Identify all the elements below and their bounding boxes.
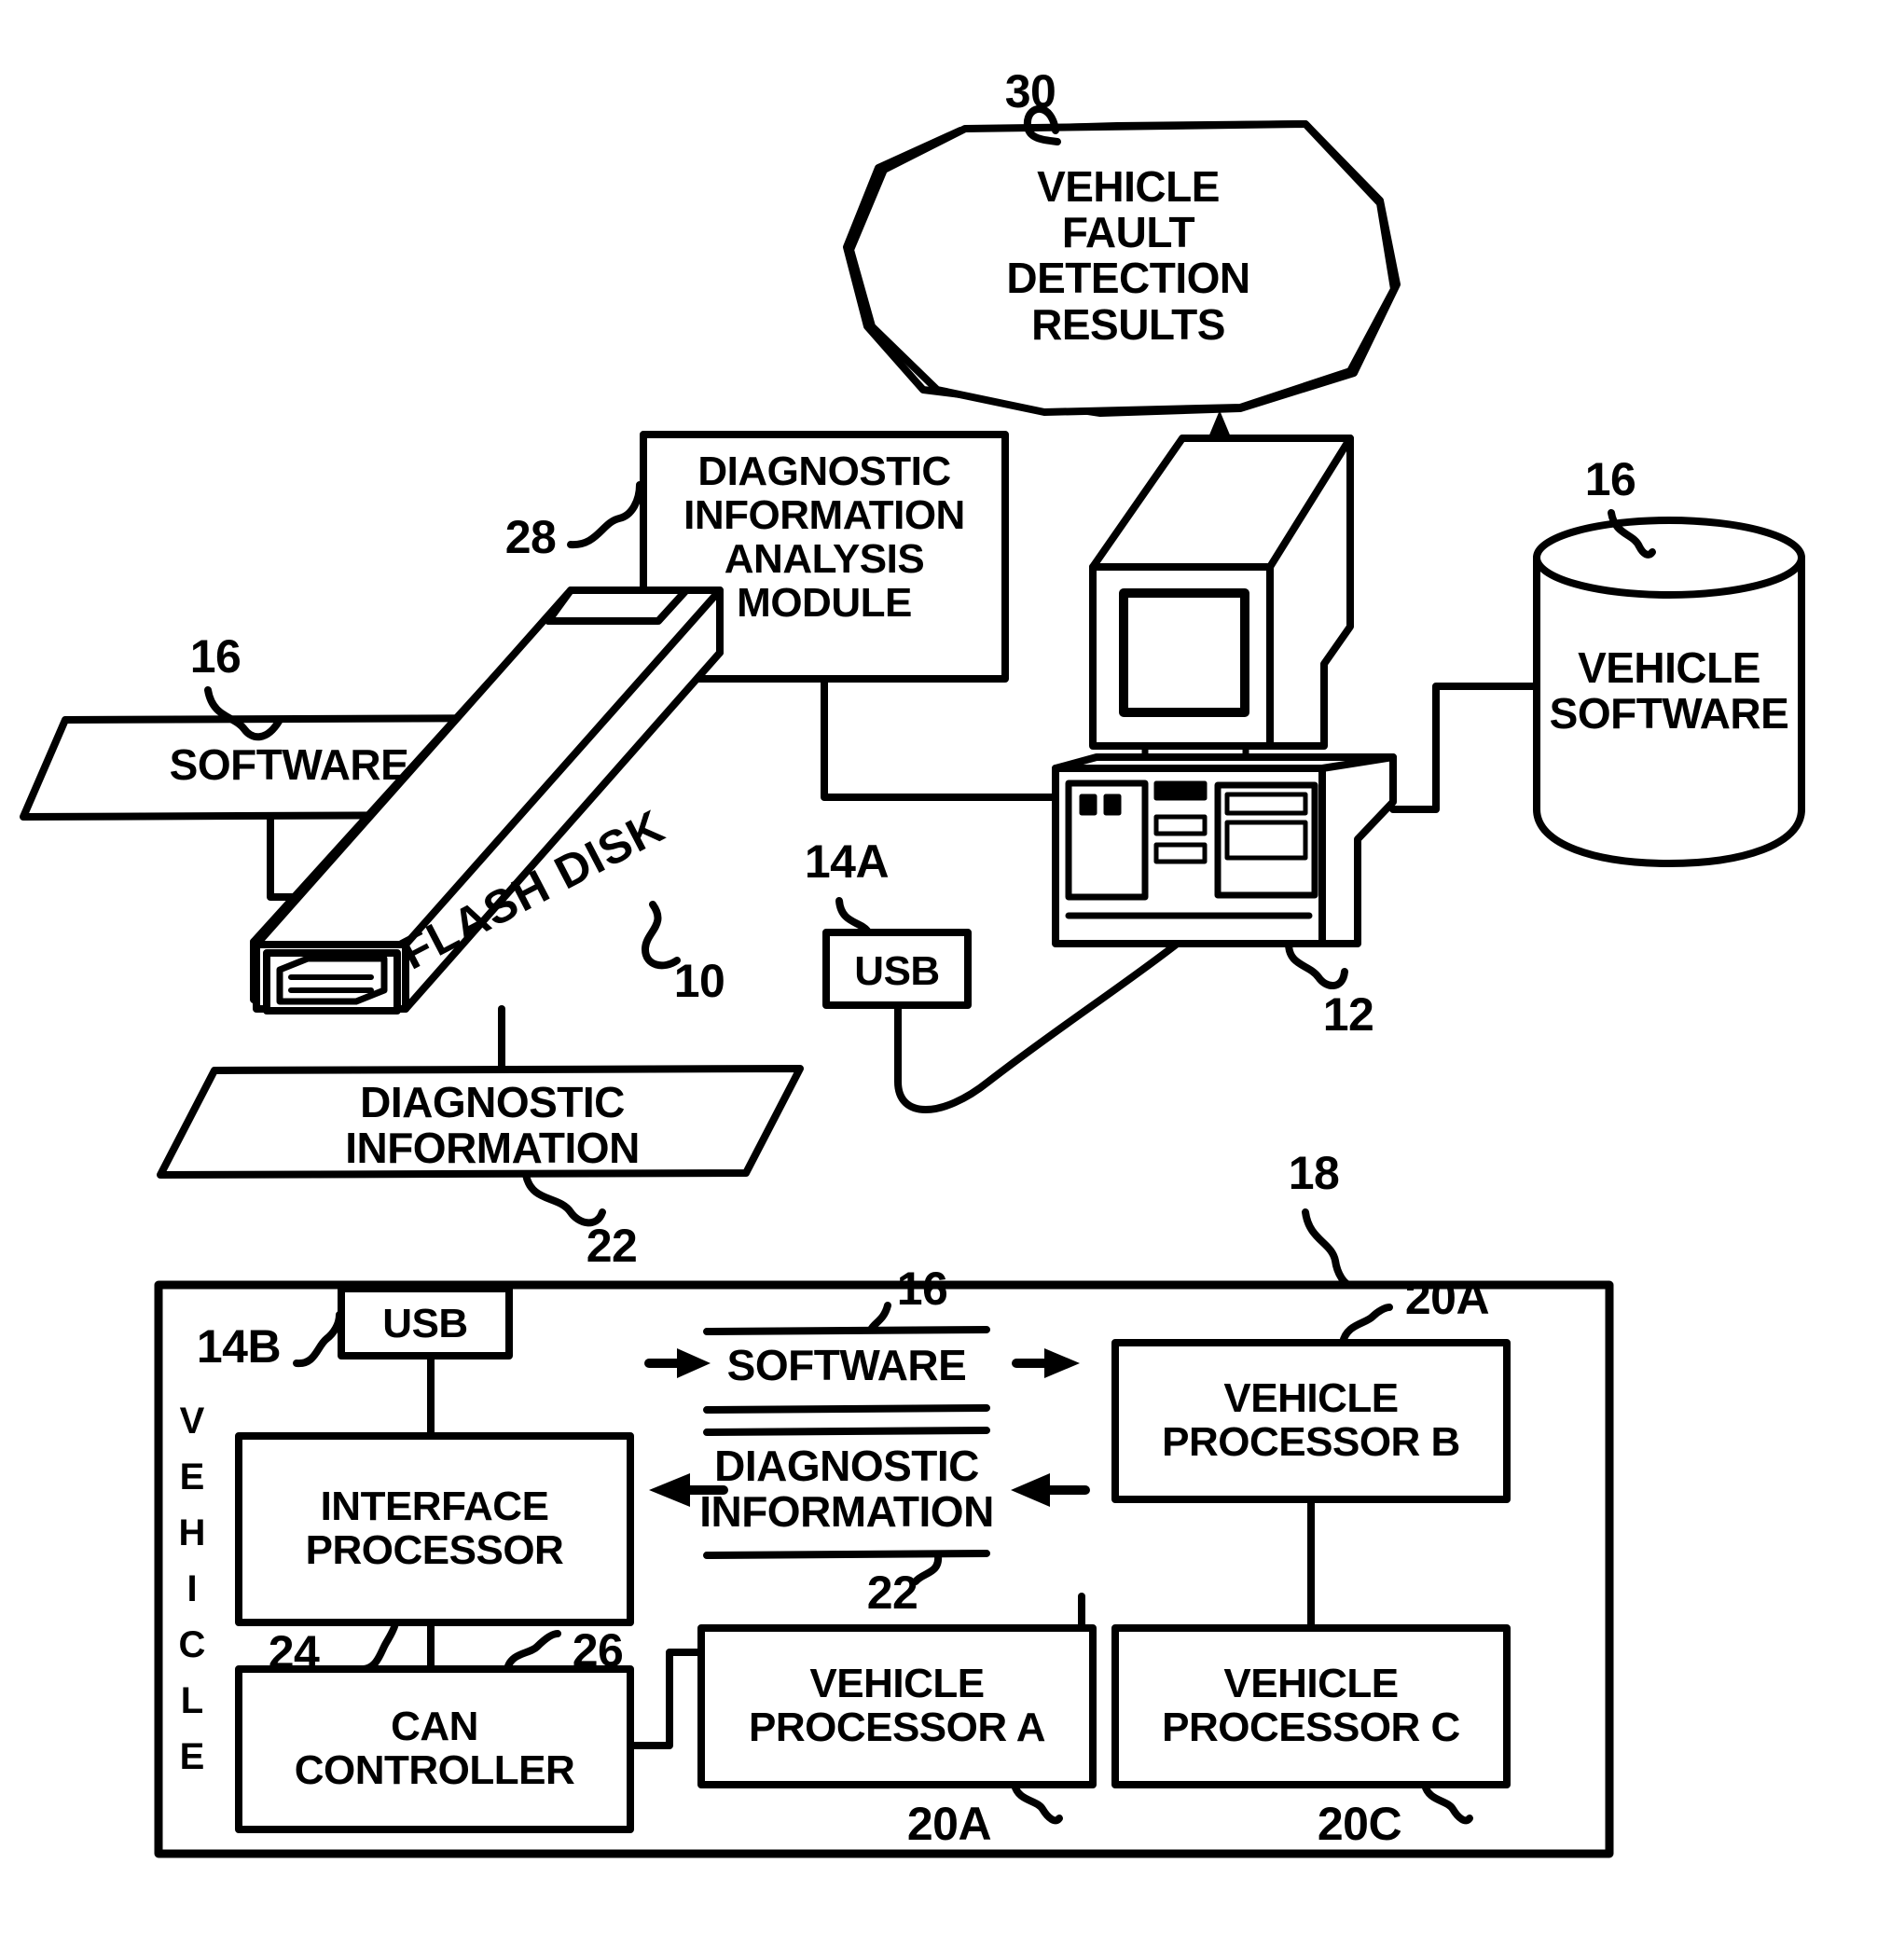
ref-bus-22-label: 22 <box>866 1567 918 1619</box>
vehicle-side-letter-c: C <box>178 1624 206 1665</box>
bus-line-sw-top <box>703 1326 990 1335</box>
ref-14A-leader <box>835 897 871 934</box>
diagnostic-information-label: DIAGNOSTIC INFORMATION <box>345 1078 640 1173</box>
tower-drive-slot-3 <box>1153 842 1208 864</box>
tower-led-1 <box>1079 794 1097 816</box>
bus-diagnostic-label: DIAGNOSTIC INFORMATION <box>699 1442 994 1537</box>
ref-20C-label: 20C <box>1317 1798 1402 1850</box>
bus-line-di-top <box>703 1427 990 1436</box>
analysis-module-to-pc-line <box>821 675 1057 801</box>
vehicle-processor-a-label: VEHICLE PROCESSOR A <box>748 1661 1046 1751</box>
fault-results-label: VEHICLE FAULT DETECTION RESULTS <box>1006 162 1250 349</box>
vehicle-usb-label: USB <box>382 1301 468 1346</box>
vehicle-processor-b-label: VEHICLE PROCESSOR B <box>1162 1375 1460 1466</box>
vehicle-side-letter-l: L <box>180 1680 204 1721</box>
ref-20A-a-label: 20A <box>906 1798 992 1850</box>
ref-bus-16-label: 16 <box>896 1263 948 1315</box>
usb-external-label: USB <box>854 948 940 994</box>
can-controller-label: CAN CONTROLLER <box>294 1704 575 1794</box>
vehicle-side-letter-e1: E <box>179 1456 205 1498</box>
tower-cdrom-tray <box>1224 792 1308 816</box>
tower-cdrom-body <box>1224 820 1308 861</box>
ref-26-label: 26 <box>572 1624 624 1677</box>
tower-drive-slot-2 <box>1153 814 1208 836</box>
pc-to-vehicle-software-line <box>1389 683 1540 813</box>
interface-processor-label: INTERFACE PROCESSOR <box>305 1484 564 1574</box>
vehicle-software-cylinder-top <box>1533 517 1805 599</box>
ref-18-label: 18 <box>1288 1147 1340 1199</box>
vehicle-side-letter-i: I <box>186 1568 198 1609</box>
ref-10-label: 10 <box>673 955 725 1007</box>
ref-28-leader <box>567 481 643 549</box>
ref-22-diag-label: 22 <box>586 1220 638 1272</box>
bus-line-sw-bottom <box>703 1404 990 1414</box>
tower-drive-slot-1 <box>1153 780 1208 801</box>
patent-figure: VEHICLE FAULT DETECTION RESULTS 30 DIAGN… <box>0 0 1891 1960</box>
ref-12-leader <box>1285 940 1348 989</box>
monitor-screen <box>1119 588 1249 717</box>
ref-28-label: 28 <box>504 511 557 563</box>
ref-12-label: 12 <box>1322 988 1374 1041</box>
ref-30-label: 30 <box>1004 65 1056 117</box>
ref-16-left-label: 16 <box>189 630 242 683</box>
bus-software-label: SOFTWARE <box>726 1341 967 1389</box>
vehicle-side-letter-e2: E <box>179 1736 205 1777</box>
analysis-module-label: DIAGNOSTIC INFORMATION ANALYSIS MODULE <box>683 449 965 627</box>
vehicle-side-letter-h: H <box>178 1512 206 1553</box>
vehicle-processor-c-label: VEHICLE PROCESSOR C <box>1162 1661 1460 1751</box>
vehicle-software-db-label: VEHICLE SOFTWARE <box>1549 643 1789 738</box>
ref-18-leader <box>1302 1208 1354 1289</box>
ref-14B-label: 14B <box>196 1320 282 1373</box>
tower-led-2 <box>1103 794 1122 816</box>
ref-16-right-label: 16 <box>1584 453 1636 505</box>
ref-14A-label: 14A <box>804 835 890 888</box>
ref-22-leader <box>522 1171 606 1227</box>
bus-line-di-bottom <box>703 1550 990 1559</box>
ref-24-label: 24 <box>268 1626 320 1678</box>
ref-20A-b-label: 20A <box>1404 1272 1490 1324</box>
software-parallelogram-label: SOFTWARE <box>169 740 409 789</box>
vehicle-side-letter-v: V <box>179 1401 205 1442</box>
